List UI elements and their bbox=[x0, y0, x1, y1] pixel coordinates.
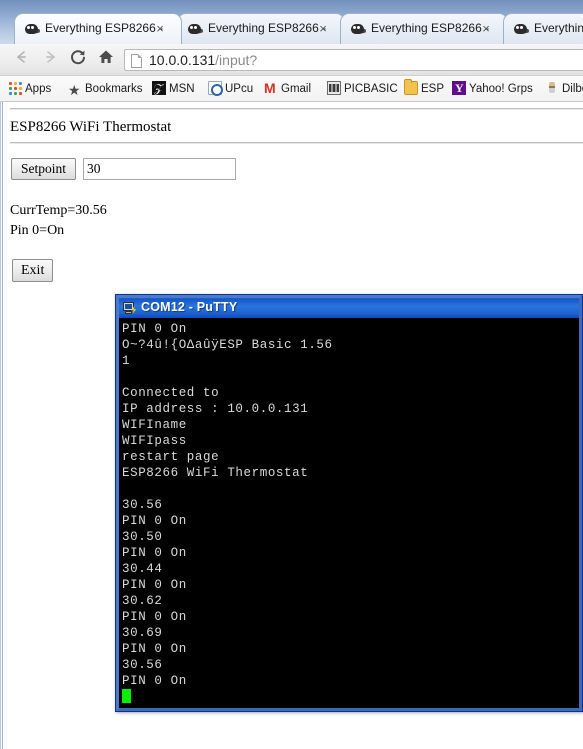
divider-under-title bbox=[10, 142, 583, 144]
terminal-line: ESP8266 WiFi Thermostat bbox=[122, 466, 309, 480]
tab-favicon-icon bbox=[350, 22, 367, 36]
pin-state-readout: Pin 0=On bbox=[10, 223, 65, 238]
bookmark-item[interactable]: ESP bbox=[404, 79, 445, 98]
picbasic-icon bbox=[327, 81, 341, 95]
terminal-line: PIN 0 On bbox=[122, 610, 187, 624]
bookmark-label: MSN bbox=[169, 83, 195, 95]
tab-title: Everything bbox=[534, 21, 583, 35]
bookmark-item[interactable]: ★ Bookmarks bbox=[68, 80, 143, 98]
putty-terminal-screen[interactable]: PIN 0 On O~?4û!{OΔaûÿESP Basic 1.56 1 Conne… bbox=[119, 318, 579, 708]
terminal-line: PIN 0 On bbox=[122, 514, 187, 528]
browser-tab[interactable]: Everything ESP8266 - × bbox=[177, 13, 345, 44]
bookmark-item[interactable]: Dilbert bbox=[545, 80, 583, 98]
terminal-line: PIN 0 On bbox=[122, 674, 187, 688]
tab-title: Everything ESP8266 - bbox=[208, 21, 327, 35]
exit-button[interactable]: Exit bbox=[12, 259, 54, 282]
address-bar-url: 10.0.0.131/input? bbox=[149, 52, 257, 68]
tab-close-icon[interactable]: × bbox=[153, 22, 167, 36]
web-page-viewport: ESP8266 WiFi Thermostat Setpoint CurrTem… bbox=[0, 102, 583, 749]
tab-title: Everything ESP8266 - bbox=[371, 21, 490, 35]
folder-icon bbox=[404, 79, 418, 95]
page-document-icon bbox=[131, 54, 142, 68]
navigation-toolbar: 10.0.0.131/input? bbox=[0, 44, 583, 76]
bookmark-item[interactable]: MSN bbox=[152, 79, 195, 98]
terminal-line: 30.62 bbox=[122, 594, 163, 608]
putty-title-bar[interactable]: COM12 - PuTTY bbox=[119, 298, 579, 319]
browser-tab[interactable]: Everything ESP8266 - × bbox=[14, 13, 182, 44]
url-host: 10.0.0.131 bbox=[149, 52, 216, 68]
page-title: ESP8266 WiFi Thermostat bbox=[10, 119, 172, 135]
terminal-line: O~?4û!{OΔaûÿESP Basic 1.56 bbox=[122, 338, 333, 352]
tab-close-icon[interactable]: × bbox=[316, 22, 330, 36]
bookmark-item[interactable]: Yahoo! Grps bbox=[452, 79, 533, 98]
tab-title: Everything ESP8266 - bbox=[45, 21, 164, 35]
terminal-line: WIFIpass bbox=[122, 434, 187, 448]
tab-favicon-icon bbox=[513, 22, 530, 36]
address-bar[interactable]: 10.0.0.131/input? bbox=[124, 49, 583, 71]
setpoint-input[interactable] bbox=[83, 158, 236, 180]
back-button[interactable] bbox=[10, 48, 34, 72]
bookmark-label: UPcu bbox=[225, 83, 254, 95]
bookmark-label: Yahoo! Grps bbox=[469, 83, 533, 95]
bookmark-label: PICBASIC bbox=[344, 83, 398, 95]
setpoint-button[interactable]: Setpoint bbox=[11, 158, 77, 180]
bookmark-item[interactable]: UPcu bbox=[208, 80, 253, 98]
dilbert-icon bbox=[545, 81, 559, 95]
terminal-line: restart page bbox=[122, 450, 220, 464]
bookmark-label: ESP bbox=[421, 83, 445, 95]
terminal-line: PIN 0 On bbox=[122, 642, 187, 656]
terminal-line: 30.50 bbox=[122, 530, 163, 544]
browser-tab[interactable]: Everything ESP8266 - × bbox=[340, 13, 508, 44]
yahoo-icon bbox=[452, 79, 466, 97]
terminal-line: 1 bbox=[122, 354, 131, 368]
star-icon: ★ bbox=[68, 82, 81, 98]
putty-window-title: COM12 - PuTTY bbox=[141, 300, 238, 314]
forward-button[interactable] bbox=[38, 48, 62, 72]
terminal-line: 30.44 bbox=[122, 562, 163, 576]
terminal-cursor bbox=[122, 689, 131, 703]
terminal-line: 30.69 bbox=[122, 626, 163, 640]
tab-favicon-icon bbox=[24, 22, 41, 36]
terminal-line: 30.56 bbox=[122, 658, 163, 672]
url-path: /input? bbox=[215, 52, 258, 68]
bookmark-label: Gmail bbox=[281, 83, 312, 95]
bookmark-item[interactable]: Apps bbox=[8, 80, 51, 98]
home-button[interactable] bbox=[94, 48, 118, 72]
chrome-browser-window: Everything ESP8266 - × Everything ESP8266 … bbox=[0, 0, 583, 749]
putty-system-menu-icon[interactable] bbox=[122, 300, 138, 316]
putty-window[interactable]: COM12 - PuTTY PIN 0 On O~?4û!{OΔaûÿESP Ba… bbox=[115, 294, 583, 712]
page-left-edge bbox=[0, 102, 3, 749]
gmail-icon bbox=[264, 79, 278, 97]
current-temp-readout: CurrTemp=30.56 bbox=[10, 203, 107, 218]
reload-button[interactable] bbox=[66, 48, 90, 72]
bookmark-item[interactable]: PICBASIC bbox=[327, 80, 398, 98]
terminal-line: WIFIname bbox=[122, 418, 187, 432]
browser-tab[interactable]: Everything× bbox=[503, 13, 583, 44]
terminal-line: IP address : 10.0.0.131 bbox=[122, 402, 309, 416]
terminal-line: 30.56 bbox=[122, 498, 163, 512]
tab-close-icon[interactable]: × bbox=[479, 22, 493, 36]
tab-favicon-icon bbox=[187, 22, 204, 36]
divider-top bbox=[10, 108, 583, 110]
terminal-line: PIN 0 On bbox=[122, 578, 187, 592]
bookmark-label: Bookmarks bbox=[85, 83, 143, 95]
terminal-output: PIN 0 On O~?4û!{OΔaûÿESP Basic 1.56 1 Conne… bbox=[122, 321, 579, 689]
msn-icon bbox=[152, 79, 166, 97]
terminal-line: PIN 0 On bbox=[122, 546, 187, 560]
bookmark-label: Dilbert bbox=[562, 83, 583, 95]
upcu-icon bbox=[208, 81, 223, 96]
terminal-cursor-line bbox=[122, 689, 579, 705]
apps-grid-icon bbox=[8, 81, 22, 95]
bookmark-label: Apps bbox=[25, 83, 52, 95]
bookmark-item[interactable]: Gmail bbox=[264, 79, 312, 98]
terminal-line: Connected to bbox=[122, 386, 220, 400]
terminal-line: PIN 0 On bbox=[122, 322, 187, 336]
bookmarks-bar: Apps ★ Bookmarks MSN UPcu Gmail PICBASIC ESP Yah… bbox=[0, 76, 583, 102]
